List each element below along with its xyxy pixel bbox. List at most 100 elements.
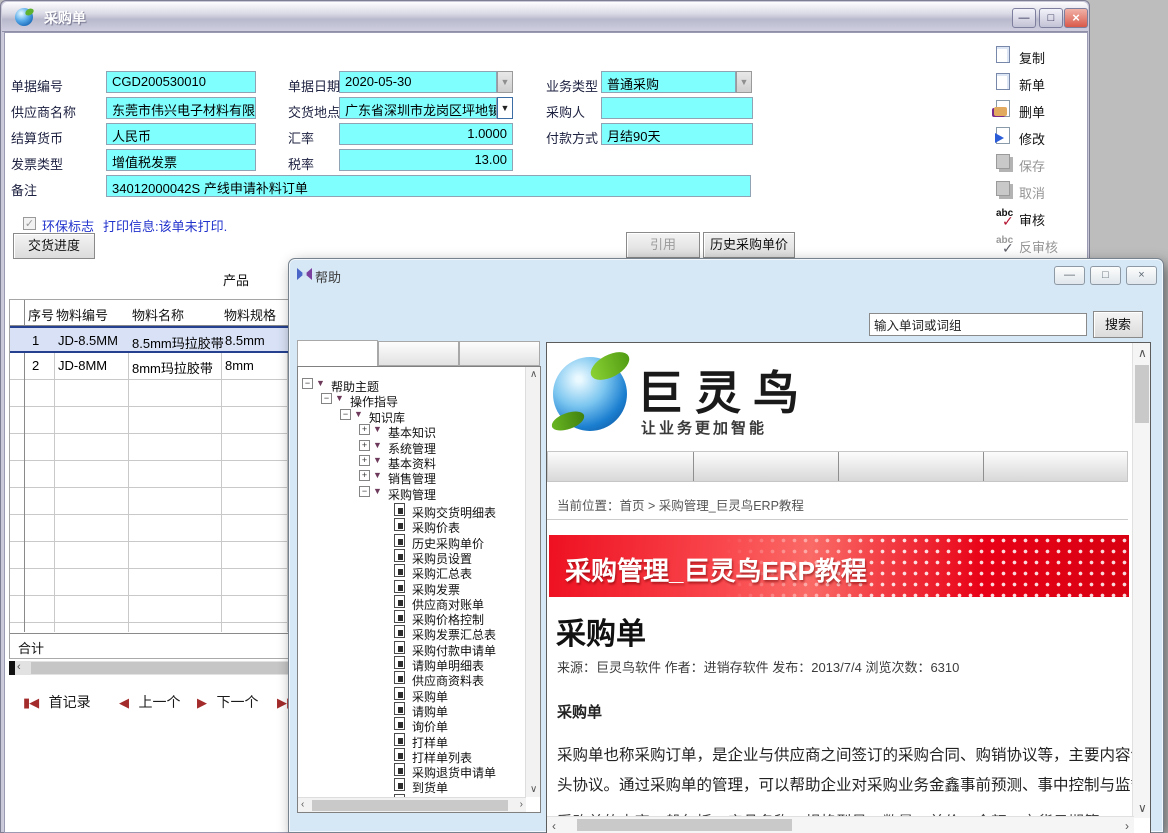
scroll-up-icon[interactable]: ∧: [1138, 346, 1147, 360]
content-horizontal-scrollbar[interactable]: ‹ ›: [547, 816, 1134, 833]
action-button-label: 新单: [1019, 75, 1045, 94]
scrollbar-thumb[interactable]: [312, 800, 508, 811]
action-button[interactable]: 反审核: [994, 234, 1086, 256]
help-tree: − ▼ 帮助主题 − ▼ 操作指导 − ▼ 知识库 + ▼ 基本知识 + ▼ 系…: [298, 369, 524, 797]
col-seq[interactable]: 序号: [28, 305, 54, 324]
scroll-down-icon[interactable]: ∨: [530, 784, 537, 795]
exchange-rate-field[interactable]: 1.0000: [339, 123, 513, 145]
action-button-label: 删单: [1019, 102, 1045, 121]
scroll-down-icon[interactable]: ∨: [1138, 801, 1147, 815]
record-nav-button[interactable]: ◀ 上一个: [119, 692, 180, 712]
record-nav-button[interactable]: ▶ 下一个: [197, 692, 258, 712]
scrollbar-thumb[interactable]: [1135, 365, 1149, 423]
action-button-label: 反审核: [1019, 237, 1058, 256]
tree-page-icon: [394, 671, 405, 684]
col-name[interactable]: 物料名称: [132, 305, 184, 324]
tree-expand-icon[interactable]: −: [340, 409, 351, 420]
main-titlebar[interactable]: 采购单 — □ ×: [2, 2, 1088, 32]
remark-field[interactable]: 34012000042S 产线申请补料订单: [106, 175, 751, 197]
delivery-place-field[interactable]: 广东省深圳市龙岗区坪地镇六: [339, 97, 497, 119]
col-code[interactable]: 物料编号: [56, 305, 108, 324]
help-window: 帮助 — □ × 搜索 − ▼ 帮助主题 − ▼ 操作指导 − ▼ 知识库 + …: [288, 258, 1164, 833]
action-button[interactable]: 修改: [994, 126, 1086, 148]
tab-product[interactable]: 产品: [223, 270, 249, 289]
action-button[interactable]: 保存: [994, 153, 1086, 175]
site-nav-item[interactable]: [693, 452, 838, 481]
buyer-field[interactable]: [601, 97, 753, 119]
supplier-field[interactable]: 东莞市伟兴电子材料有限公司: [106, 97, 256, 119]
delivery-progress-button[interactable]: 交货进度: [13, 233, 95, 259]
scrollbar-thumb[interactable]: [577, 819, 792, 831]
content-vertical-scrollbar[interactable]: ∧ ∨: [1132, 343, 1150, 818]
tree-expand-icon[interactable]: +: [359, 440, 370, 451]
doc-date-label: 单据日期: [288, 76, 340, 95]
history-price-button[interactable]: 历史采购单价: [703, 232, 795, 258]
help-tab[interactable]: [378, 341, 459, 366]
tree-page-icon: [394, 656, 405, 669]
tree-horizontal-scrollbar[interactable]: ‹ ›: [298, 797, 526, 812]
action-button-icon: [996, 73, 1010, 90]
scroll-left-icon[interactable]: ‹: [301, 799, 304, 810]
remark-label: 备注: [11, 180, 37, 199]
tree-node-label: 采购管理: [388, 486, 436, 503]
doc-no-label: 单据编号: [11, 76, 63, 95]
eco-flag-checkbox[interactable]: ✓: [23, 217, 36, 230]
help-window-title: 帮助: [315, 267, 341, 286]
site-nav-item[interactable]: [838, 452, 983, 481]
tree-page-icon: [394, 641, 405, 654]
help-tab[interactable]: [297, 340, 378, 366]
help-restore-button[interactable]: □: [1090, 266, 1121, 285]
tax-rate-label: 税率: [288, 154, 314, 173]
col-spec[interactable]: 物料规格: [224, 305, 276, 324]
delivery-place-dropdown-icon[interactable]: ▼: [497, 97, 513, 119]
doc-date-dropdown-icon[interactable]: ▼: [497, 71, 513, 93]
help-close-button[interactable]: ×: [1126, 266, 1157, 285]
site-nav-item[interactable]: [548, 452, 693, 481]
payment-label: 付款方式: [546, 128, 598, 147]
scroll-up-icon[interactable]: ∧: [530, 369, 537, 380]
tax-rate-field[interactable]: 13.00: [339, 149, 513, 171]
scroll-right-icon[interactable]: ›: [1125, 819, 1129, 833]
doc-date-field[interactable]: 2020-05-30: [339, 71, 497, 93]
help-search-input[interactable]: [869, 313, 1087, 336]
scroll-right-icon[interactable]: ›: [520, 799, 523, 810]
biz-type-dropdown-icon[interactable]: ▼: [736, 71, 752, 93]
tree-page-icon: [394, 778, 405, 791]
tree-branch-icon: ▼: [373, 470, 382, 480]
tree-expand-icon[interactable]: −: [302, 378, 313, 389]
invoice-type-field[interactable]: 增值税发票: [106, 149, 256, 171]
logo-text: 巨灵鸟: [637, 357, 811, 423]
site-nav-item[interactable]: [983, 452, 1128, 481]
tree-expand-icon[interactable]: −: [359, 486, 370, 497]
record-nav-button[interactable]: ▮◀ 首记录: [23, 692, 91, 712]
scroll-left-icon[interactable]: ‹: [17, 661, 21, 673]
help-minimize-button[interactable]: —: [1054, 266, 1085, 285]
tree-expand-icon[interactable]: +: [359, 470, 370, 481]
doc-no-field[interactable]: CGD200530010: [106, 71, 256, 93]
biz-type-field[interactable]: 普通采购: [601, 71, 736, 93]
payment-field[interactable]: 月结90天: [601, 123, 753, 145]
tree-branch-icon: ▼: [373, 440, 382, 450]
action-button-label: 审核: [1019, 210, 1045, 229]
action-button[interactable]: 复制: [994, 45, 1086, 67]
tree-vertical-scrollbar[interactable]: ∧ ∨: [525, 367, 540, 797]
tree-expand-icon[interactable]: −: [321, 393, 332, 404]
action-button-icon: [996, 208, 1015, 227]
tree-expand-icon[interactable]: +: [359, 455, 370, 466]
action-button[interactable]: 取消: [994, 180, 1086, 202]
grid-line: [24, 300, 25, 326]
cell-seq: 1: [32, 333, 39, 348]
help-tree-panel: − ▼ 帮助主题 − ▼ 操作指导 − ▼ 知识库 + ▼ 基本知识 + ▼ 系…: [297, 366, 541, 813]
currency-label: 结算货币: [11, 128, 63, 147]
action-button[interactable]: 审核: [994, 207, 1086, 229]
quote-button[interactable]: 引用: [626, 232, 700, 258]
currency-field[interactable]: 人民币: [106, 123, 256, 145]
tree-expand-icon[interactable]: +: [359, 424, 370, 435]
scroll-left-icon[interactable]: ‹: [552, 819, 556, 833]
action-button[interactable]: 新单: [994, 72, 1086, 94]
cell-code: JD-8.5MM: [58, 333, 118, 348]
help-tab[interactable]: [459, 341, 540, 366]
action-button[interactable]: 删单: [994, 99, 1086, 121]
help-search-button[interactable]: 搜索: [1093, 311, 1143, 338]
help-titlebar[interactable]: 帮助 — □ ×: [289, 259, 1163, 291]
